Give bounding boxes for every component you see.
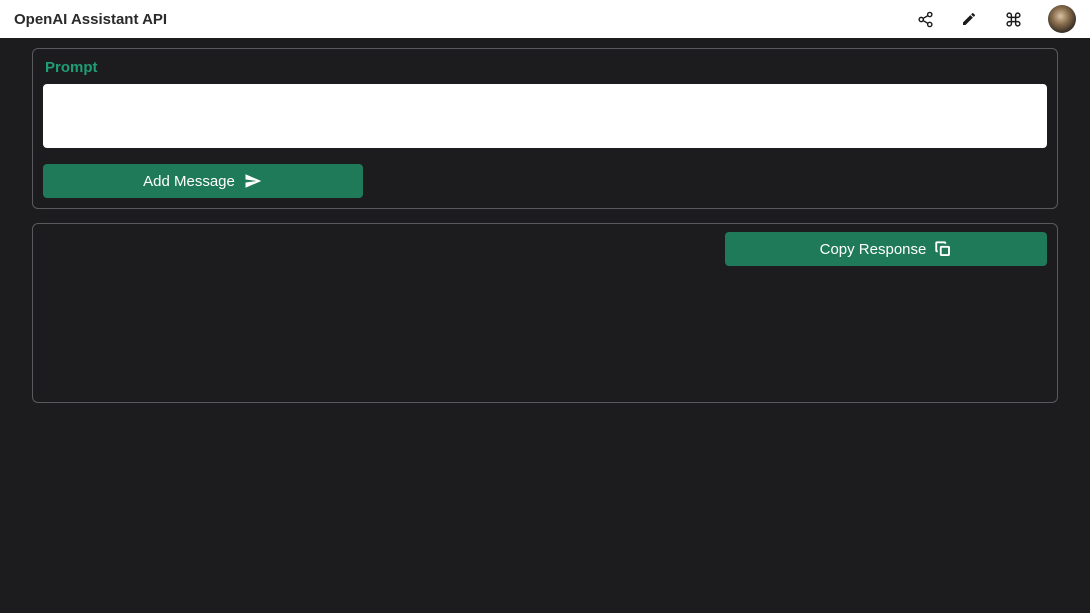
command-icon[interactable] <box>1004 10 1022 28</box>
share-icon[interactable] <box>916 10 934 28</box>
prompt-panel: Prompt Add Message <box>32 48 1058 209</box>
copy-icon <box>934 240 952 258</box>
topbar-actions <box>916 5 1076 33</box>
response-panel: Copy Response <box>32 223 1058 403</box>
main-content: Prompt Add Message Copy Response <box>0 38 1090 427</box>
copy-response-button[interactable]: Copy Response <box>725 232 1047 266</box>
copy-response-label: Copy Response <box>820 241 927 258</box>
prompt-label: Prompt <box>45 59 1047 76</box>
user-avatar[interactable] <box>1048 5 1076 33</box>
pencil-icon[interactable] <box>960 10 978 28</box>
add-message-label: Add Message <box>143 173 235 190</box>
add-message-button[interactable]: Add Message <box>43 164 363 198</box>
send-icon <box>243 172 263 190</box>
prompt-input[interactable] <box>43 84 1047 148</box>
page-title: OpenAI Assistant API <box>14 11 167 28</box>
top-bar: OpenAI Assistant API <box>0 0 1090 38</box>
